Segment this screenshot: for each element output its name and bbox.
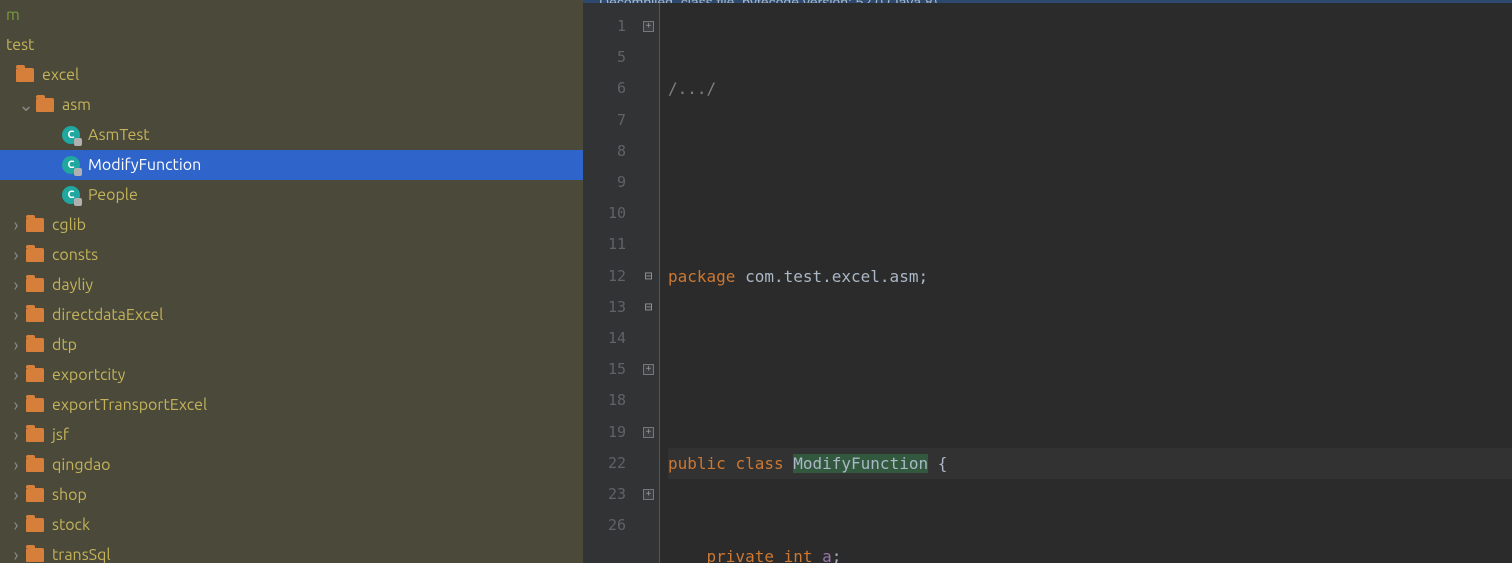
tree-item-asmtest[interactable]: C AsmTest (0, 120, 583, 150)
line-number: 7 (583, 105, 626, 136)
tree-root-partial[interactable]: m (0, 0, 583, 30)
tree-item-dtp[interactable]: dtp (0, 330, 583, 360)
tree-item-label: dtp (52, 336, 77, 354)
line-number: 13 (583, 292, 626, 323)
line-number: 12 (583, 261, 626, 292)
class-icon: C (62, 126, 80, 144)
chevron-right-icon[interactable] (6, 306, 26, 324)
tree-item-label: dayliy (52, 276, 93, 294)
tree-item-label: test (6, 36, 34, 54)
tree-item-label: asm (62, 96, 91, 114)
folder-icon (26, 338, 44, 352)
tree-item-people[interactable]: C People (0, 180, 583, 210)
tree-item-cglib[interactable]: cglib (0, 210, 583, 240)
tree-item-label: AsmTest (88, 126, 150, 144)
line-number: 26 (583, 510, 626, 541)
chevron-right-icon[interactable] (6, 336, 26, 354)
code-area[interactable]: 1 5 6 7 8 9 10 11 12 13 14 15 18 19 22 2… (583, 3, 1512, 563)
chevron-right-icon[interactable] (6, 246, 26, 264)
tree-item-label: m (6, 6, 20, 24)
chevron-down-icon[interactable] (16, 96, 36, 114)
tree-item-label: excel (42, 66, 79, 84)
tree-item-qingdao[interactable]: qingdao (0, 450, 583, 480)
line-number: 11 (583, 229, 626, 260)
chevron-right-icon[interactable] (6, 216, 26, 234)
line-number: 14 (583, 323, 626, 354)
class-icon: C (62, 156, 80, 174)
chevron-right-icon[interactable] (6, 396, 26, 414)
line-number: 18 (583, 385, 626, 416)
line-number: 6 (583, 73, 626, 104)
chevron-right-icon[interactable] (6, 546, 26, 563)
tree-item-stock[interactable]: stock (0, 510, 583, 540)
folder-icon (36, 98, 54, 112)
folder-icon (26, 398, 44, 412)
tree-item-label: directdataExcel (52, 306, 163, 324)
fold-expand-icon[interactable]: + (643, 427, 654, 438)
chevron-right-icon[interactable] (6, 366, 26, 384)
tree-item-consts[interactable]: consts (0, 240, 583, 270)
line-number: 19 (583, 417, 626, 448)
tree-item-test[interactable]: test (0, 30, 583, 60)
folder-icon (26, 488, 44, 502)
line-number: 10 (583, 198, 626, 229)
folder-icon (26, 248, 44, 262)
tree-item-dayliy[interactable]: dayliy (0, 270, 583, 300)
folder-icon (26, 428, 44, 442)
line-number: 9 (583, 167, 626, 198)
chevron-right-icon[interactable] (6, 276, 26, 294)
tree-item-label: cglib (52, 216, 86, 234)
line-numbers: 1 5 6 7 8 9 10 11 12 13 14 15 18 19 22 2… (583, 3, 638, 563)
chevron-right-icon[interactable] (6, 516, 26, 534)
fold-expand-icon[interactable]: + (643, 21, 654, 32)
folder-icon (26, 518, 44, 532)
tree-item-jsf[interactable]: jsf (0, 420, 583, 450)
line-number: 8 (583, 136, 626, 167)
line-number: 23 (583, 479, 626, 510)
tree-item-label: consts (52, 246, 98, 264)
code-text[interactable]: /.../ package com.test.excel.asm; public… (660, 3, 1512, 563)
tree-item-modifyfunction[interactable]: C ModifyFunction (0, 150, 583, 180)
tree-item-label: shop (52, 486, 87, 504)
folder-icon (26, 548, 44, 562)
tree-item-shop[interactable]: shop (0, 480, 583, 510)
tree-item-label: ModifyFunction (88, 156, 201, 174)
tree-item-label: exportcity (52, 366, 125, 384)
fold-gutter: + ⊟ ⊟ + + + (638, 3, 660, 563)
tree-item-label: exportTransportExcel (52, 396, 207, 414)
chevron-right-icon[interactable] (6, 456, 26, 474)
folder-icon (26, 278, 44, 292)
chevron-right-icon[interactable] (6, 486, 26, 504)
code-fold-text: /.../ (668, 79, 716, 98)
tree-item-directdataexcel[interactable]: directdataExcel (0, 300, 583, 330)
line-number: 1 (583, 11, 626, 42)
editor-pane: Decompiled .class file, bytecode version… (583, 0, 1512, 563)
class-icon: C (62, 186, 80, 204)
tree-item-exportcity[interactable]: exportcity (0, 360, 583, 390)
folder-icon (16, 68, 34, 82)
tree-item-label: qingdao (52, 456, 111, 474)
tree-item-label: transSql (52, 546, 111, 563)
project-tree[interactable]: m test excel asm C AsmTest C ModifyFunct… (0, 0, 583, 563)
fold-open-icon[interactable]: ⊟ (645, 261, 653, 292)
folder-icon (26, 218, 44, 232)
tree-item-excel[interactable]: excel (0, 60, 583, 90)
tree-item-label: People (88, 186, 138, 204)
fold-expand-icon[interactable]: + (643, 364, 654, 375)
folder-icon (26, 458, 44, 472)
tree-item-label: stock (52, 516, 90, 534)
line-number: 22 (583, 448, 626, 479)
fold-close-icon[interactable]: ⊟ (645, 292, 653, 323)
folder-icon (26, 368, 44, 382)
fold-expand-icon[interactable]: + (643, 489, 654, 500)
folder-icon (26, 308, 44, 322)
tree-item-asm[interactable]: asm (0, 90, 583, 120)
tree-item-label: jsf (52, 426, 69, 444)
line-number: 15 (583, 354, 626, 385)
tree-item-exporttransportexcel[interactable]: exportTransportExcel (0, 390, 583, 420)
line-number: 5 (583, 42, 626, 73)
tree-item-transsql[interactable]: transSql (0, 540, 583, 563)
chevron-right-icon[interactable] (6, 426, 26, 444)
